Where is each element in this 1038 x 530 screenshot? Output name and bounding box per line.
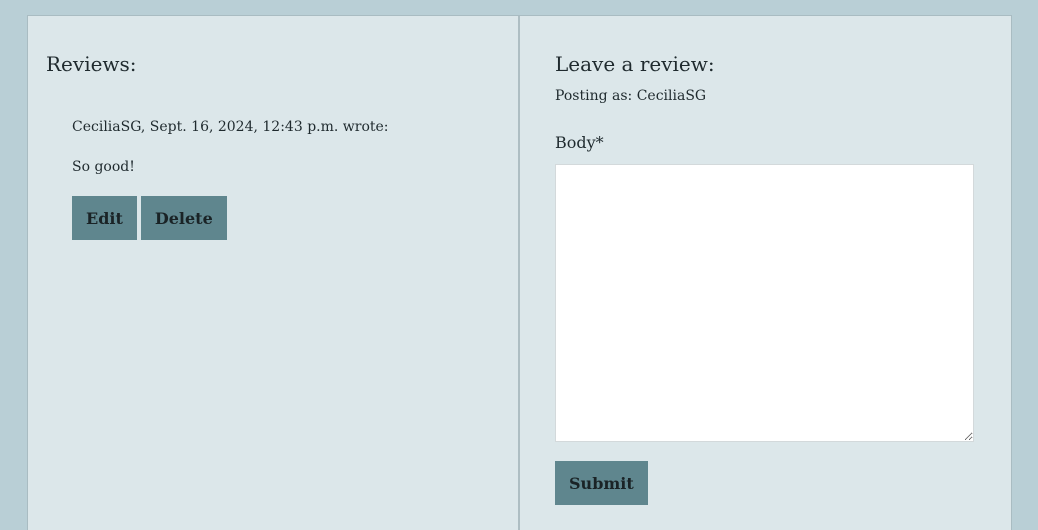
review-form-column: Leave a review: Posting as: CeciliaSG Bo… [520,16,1011,530]
leave-review-heading: Leave a review: [555,52,715,76]
review-actions: Edit Delete [72,196,500,240]
review-meta: CeciliaSG, Sept. 16, 2024, 12:43 p.m. wr… [72,119,389,135]
posting-as-text: Posting as: CeciliaSG [555,88,707,104]
body-label: Body* [555,133,604,152]
delete-button[interactable]: Delete [140,196,227,240]
reviews-panel: Reviews: CeciliaSG, Sept. 16, 2024, 12:4… [27,15,1012,530]
review-body: So good! [72,159,135,175]
edit-button[interactable]: Edit [72,196,137,240]
reviews-heading: Reviews: [46,52,137,76]
body-textarea[interactable] [555,164,974,442]
reviews-column: Reviews: CeciliaSG, Sept. 16, 2024, 12:4… [28,16,520,530]
review-item: CeciliaSG, Sept. 16, 2024, 12:43 p.m. wr… [72,118,500,240]
submit-button[interactable]: Submit [555,461,648,505]
